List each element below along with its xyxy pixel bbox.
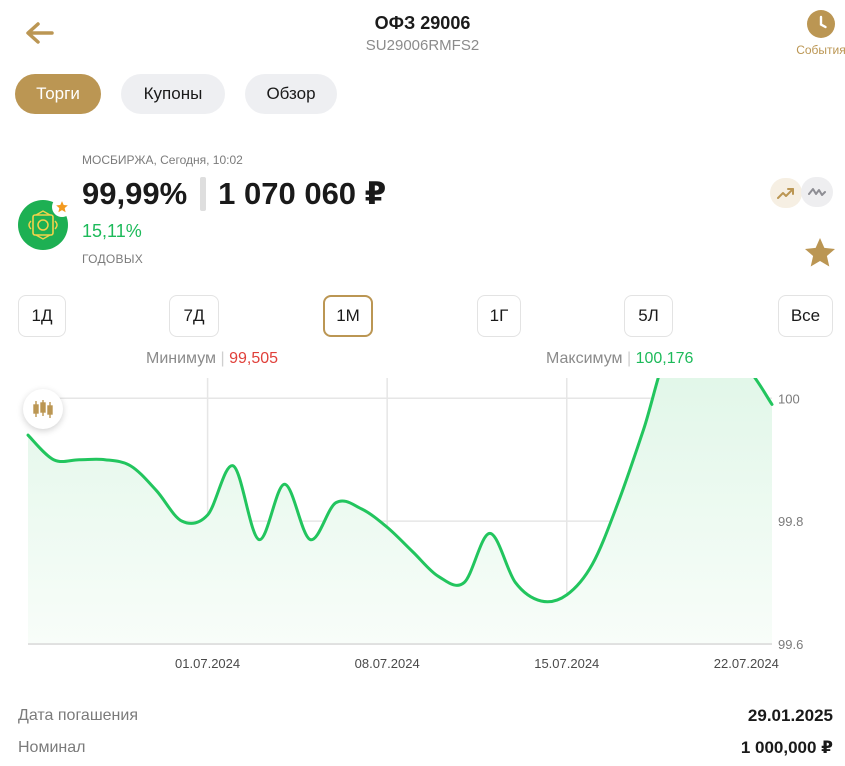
period-7d[interactable]: 7Д [169,295,219,337]
x-tick-label: 08.07.2024 [355,656,420,671]
nominal-row: Номинал 1 000,000 ₽ [18,736,833,760]
nominal-value: 1 000,000 ₽ [740,738,833,757]
favorite-badge [52,197,72,217]
tab-coupons[interactable]: Купоны [121,74,225,114]
x-tick-label: 22.07.2024 [714,656,779,671]
min-separator: | [220,350,225,367]
period-all[interactable]: Все [778,295,833,337]
price-area [28,378,772,644]
page-title: ОФЗ 29006 [374,13,471,33]
events-label: События [796,43,845,57]
star-icon [56,201,68,213]
y-tick-label: 100 [778,391,800,406]
yield-label: ГОДОВЫХ [82,252,144,266]
issuer-logo [18,197,72,250]
header: ОФЗ 29006 SU29006RMFS2 События [0,0,845,70]
max-separator: | [626,350,632,367]
exchange-timestamp: МОСБИРЖА, Сегодня, 10:02 [82,153,243,167]
favorite-button[interactable] [802,235,838,271]
period-1d[interactable]: 1Д [18,295,66,337]
price-chart[interactable]: 01.07.2024 08.07.2024 15.07.2024 22.07.2024… [0,378,845,678]
yield-value: 15,11% [82,221,142,241]
candlestick-toggle[interactable] [23,389,63,429]
tab-trading[interactable]: Торги [15,74,101,114]
candlestick-icon [33,400,53,418]
period-5y[interactable]: 5Л [624,295,673,337]
price-rub: 1 070 060 ₽ [218,176,387,211]
tab-overview[interactable]: Обзор [245,74,337,114]
x-tick-label: 15.07.2024 [534,656,599,671]
price-separator [200,177,207,211]
wave-chart-toggle[interactable] [801,177,833,207]
maturity-label: Дата погашения [18,707,138,724]
maturity-row: Дата погашения 29.01.2025 [18,704,833,728]
period-1m[interactable]: 1М [323,295,373,337]
range-max: Максимум | 100,176 [546,350,693,368]
min-label: Минимум [146,350,217,367]
max-value: 100,176 [635,350,694,367]
nominal-label: Номинал [18,739,86,756]
star-icon [805,238,835,267]
min-value: 99,505 [229,350,279,367]
y-tick-label: 99.8 [778,514,803,529]
period-1y[interactable]: 1Г [477,295,521,337]
max-label: Максимум [546,350,623,367]
clock-icon [807,10,835,38]
security-code: SU29006RMFS2 [365,37,480,54]
wave-icon [808,188,826,196]
range-min: Минимум | 99,505 [146,350,278,368]
x-tick-label: 01.07.2024 [175,656,240,671]
maturity-value: 29.01.2025 [747,706,833,725]
trend-up-icon [777,188,794,199]
events-button[interactable]: События [793,10,845,57]
price-line: 99,99% 1 070 060 ₽ [82,176,386,212]
price-percent: 99,99% [82,176,188,211]
line-chart-toggle[interactable] [770,178,802,208]
y-tick-label: 99.6 [778,637,803,652]
